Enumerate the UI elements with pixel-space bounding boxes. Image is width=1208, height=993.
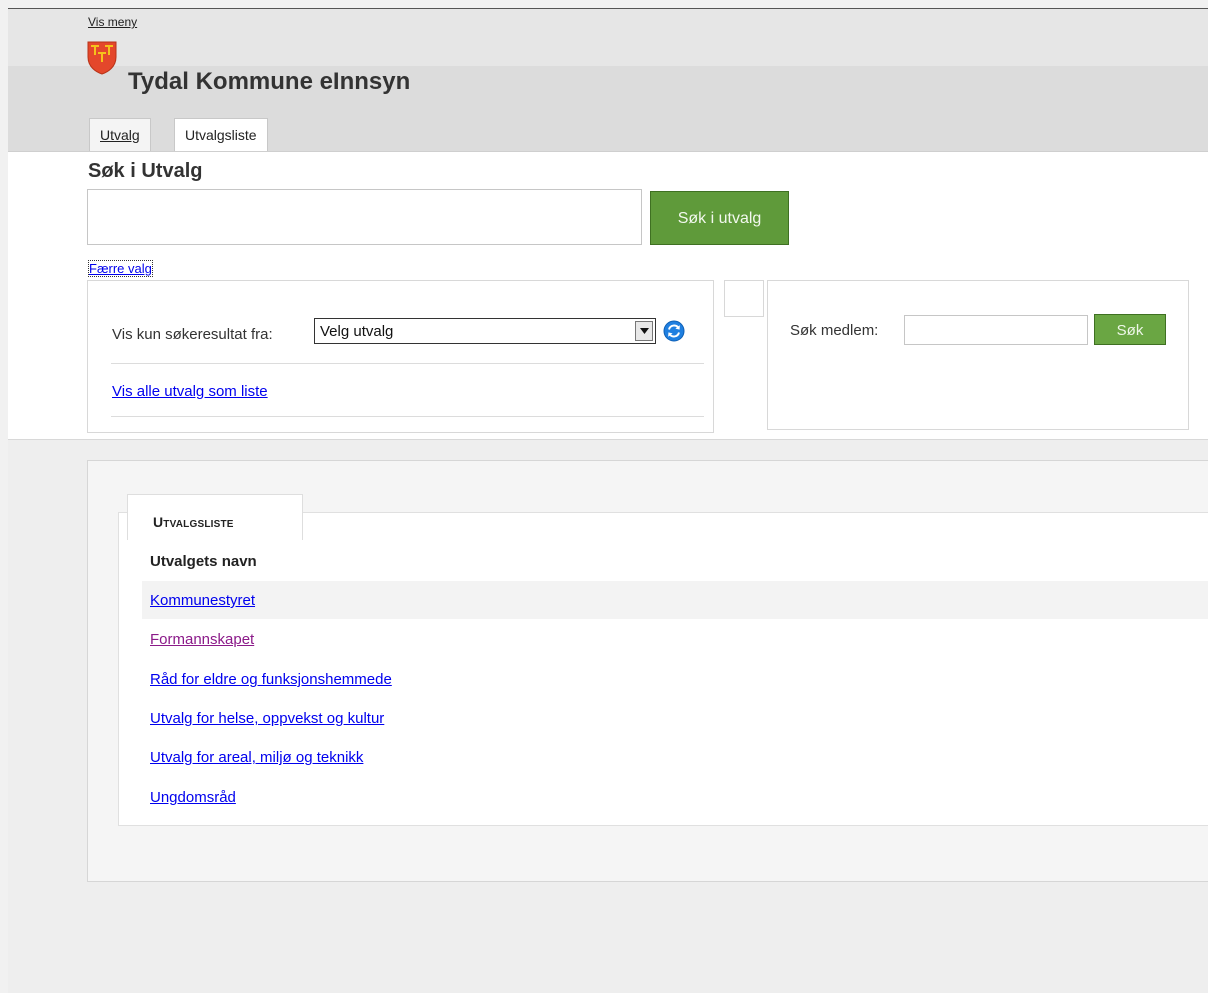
vis-alle-link[interactable]: Vis alle utvalg som liste — [112, 383, 268, 400]
table-row-highlight — [142, 581, 1208, 619]
list-panel — [118, 512, 1208, 826]
search-input[interactable] — [87, 189, 642, 245]
search-button[interactable]: Søk i utvalg — [650, 191, 789, 245]
list-item-ungdomsrad[interactable]: Ungdomsråd — [150, 789, 236, 806]
utvalg-select-value: Velg utvalg — [320, 323, 394, 340]
vis-meny-link[interactable]: Vis meny — [88, 15, 137, 29]
utvalg-select[interactable]: Velg utvalg — [314, 318, 656, 344]
list-item-utvalg-helse[interactable]: Utvalg for helse, oppvekst og kultur — [150, 710, 384, 727]
tab-underline — [303, 512, 1208, 513]
search-heading: Søk i Utvalg — [88, 160, 203, 182]
column-header-utvalgets-navn: Utvalgets navn — [150, 553, 257, 570]
chevron-down-icon[interactable] — [635, 321, 653, 341]
coat-of-arms-icon — [87, 41, 117, 75]
tab-utvalg[interactable]: Utvalg — [89, 118, 151, 151]
tab-utvalg-label: Utvalg — [100, 127, 140, 143]
medlem-search-button[interactable]: Søk — [1094, 314, 1166, 345]
list-item-utvalg-areal[interactable]: Utvalg for areal, miljø og teknikk — [150, 749, 363, 766]
tab-utvalgsliste-label: Utvalgsliste — [185, 127, 257, 143]
filter-panel: Vis kun søkeresultat fra: Velg utvalg Vi… — [87, 280, 714, 433]
medlem-panel: Søk medlem: Søk — [767, 280, 1189, 430]
tab-utvalgsliste[interactable]: Utvalgsliste — [174, 118, 268, 151]
list-item-formannskapet[interactable]: Formannskapet — [150, 631, 254, 648]
tab-utvalgsliste-content[interactable]: Utvalgsliste — [127, 494, 303, 540]
site-title: Tydal Kommune eInnsyn — [128, 68, 411, 95]
filter-label: Vis kun søkeresultat fra: — [112, 326, 273, 343]
list-item-kommunestyret[interactable]: Kommunestyret — [150, 592, 255, 609]
medlem-input[interactable] — [904, 315, 1088, 345]
page: Vis meny Tydal Kommune eInnsyn Utvalg Ut… — [8, 8, 1208, 993]
divider — [111, 363, 704, 364]
list-tab-label: Utvalgsliste — [153, 514, 234, 530]
empty-box — [724, 280, 764, 317]
faerre-valg-link[interactable]: Færre valg — [88, 260, 153, 277]
refresh-icon[interactable] — [663, 320, 685, 342]
divider — [111, 416, 704, 417]
medlem-label: Søk medlem: — [790, 322, 879, 339]
list-item-rad-for-eldre[interactable]: Råd for eldre og funksjonshemmede — [150, 671, 392, 688]
